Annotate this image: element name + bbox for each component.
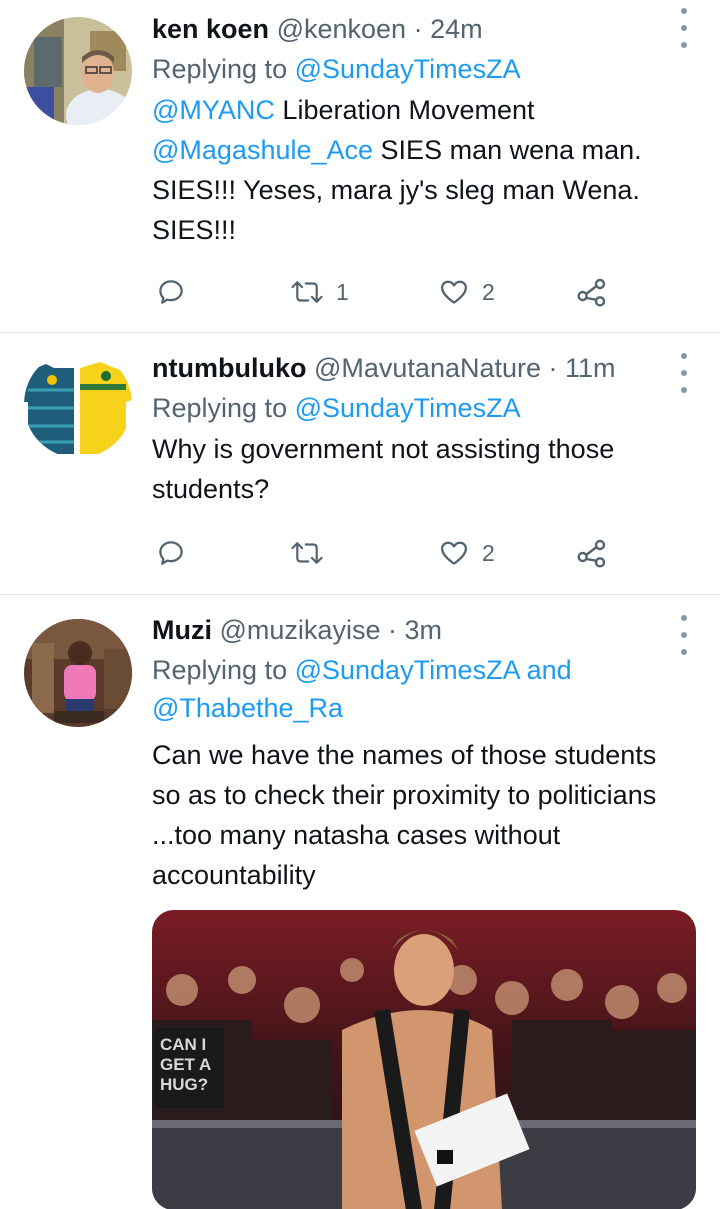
share-button[interactable] <box>576 272 608 312</box>
tweet-text: @MYANC Liberation Movement @Magashule_Ac… <box>152 90 680 250</box>
handle[interactable]: @MavutanaNature <box>314 353 541 383</box>
like-count: 2 <box>482 539 495 566</box>
retweet-button[interactable]: 1 <box>290 272 349 312</box>
like-button[interactable]: 2 <box>438 533 495 573</box>
separator: · <box>406 14 431 44</box>
display-name[interactable]: ntumbuluko <box>152 353 306 383</box>
svg-text:GET A: GET A <box>160 1055 211 1074</box>
tweet-header: ntumbuluko @MavutanaNature · 11m <box>152 351 680 385</box>
heart-icon <box>441 280 467 304</box>
reply-mention[interactable]: @SundayTimesZA <box>295 393 521 423</box>
text-segment: Liberation Movement <box>274 95 535 125</box>
avatar[interactable] <box>24 619 132 727</box>
separator: · <box>380 615 405 645</box>
retweet-icon <box>291 281 323 303</box>
more-icon[interactable] <box>678 615 690 655</box>
share-icon <box>577 539 606 568</box>
tweet-text: Can we have the names of those students … <box>152 740 657 890</box>
tweet-media[interactable]: CAN I GET A HUG? <box>152 910 696 1209</box>
tweet[interactable]: ken koen @kenkoen · 24m Replying to @Sun… <box>0 0 720 333</box>
replying-prefix: Replying to <box>152 54 295 84</box>
like-count: 2 <box>482 278 495 305</box>
avatar-image <box>24 350 132 458</box>
separator: · <box>541 353 566 383</box>
avatar-image <box>24 17 132 125</box>
like-button[interactable]: 2 <box>438 272 495 312</box>
replying-prefix: Replying to <box>152 655 295 685</box>
reply-and: and <box>519 655 572 685</box>
share-button[interactable] <box>576 533 608 573</box>
retweet-count: 1 <box>336 278 349 305</box>
media-image: CAN I GET A HUG? <box>152 910 696 1209</box>
mention[interactable]: @MYANC <box>152 95 275 125</box>
more-icon[interactable] <box>678 8 690 48</box>
svg-text:CAN I: CAN I <box>160 1035 206 1054</box>
tweet-text: Why is government not assisting those st… <box>152 434 615 504</box>
tweet-header: Muzi @muzikayise · 3m <box>152 613 680 647</box>
replying-to: Replying to @SundayTimesZA <box>152 50 680 88</box>
replying-prefix: Replying to <box>152 393 295 423</box>
more-icon[interactable] <box>678 353 690 393</box>
heart-icon <box>441 541 467 565</box>
reply-icon <box>159 280 183 304</box>
retweet-icon <box>291 542 323 564</box>
display-name[interactable]: ken koen <box>152 14 269 44</box>
share-icon <box>577 278 606 307</box>
reply-button[interactable] <box>156 533 186 573</box>
reply-mention[interactable]: @SundayTimesZA <box>295 54 521 84</box>
tweet-actions: 2 <box>152 533 632 573</box>
avatar[interactable] <box>24 350 132 458</box>
replying-to: Replying to @SundayTimesZA and @Thabethe… <box>152 651 680 727</box>
timestamp[interactable]: 3m <box>404 615 442 645</box>
mention[interactable]: @Magashule_Ace <box>152 135 373 165</box>
reply-mention[interactable]: @SundayTimesZA <box>295 655 520 685</box>
timestamp[interactable]: 11m <box>565 353 616 383</box>
reply-icon <box>159 541 183 565</box>
tweet[interactable]: Muzi @muzikayise · 3m Replying to @Sunda… <box>0 595 720 1209</box>
reply-mention[interactable]: @Thabethe_Ra <box>152 693 343 723</box>
retweet-button[interactable] <box>290 533 336 573</box>
display-name[interactable]: Muzi <box>152 615 212 645</box>
tweet-actions: 1 2 <box>152 272 632 312</box>
tweet[interactable]: ntumbuluko @MavutanaNature · 11m Replyin… <box>0 333 720 595</box>
avatar[interactable] <box>24 17 132 125</box>
tweet-header: ken koen @kenkoen · 24m <box>152 12 680 46</box>
replying-to: Replying to @SundayTimesZA <box>152 389 680 427</box>
timestamp[interactable]: 24m <box>430 14 483 44</box>
handle[interactable]: @kenkoen <box>277 14 407 44</box>
handle[interactable]: @muzikayise <box>220 615 381 645</box>
avatar-image <box>24 619 132 727</box>
reply-button[interactable] <box>156 272 186 312</box>
svg-text:HUG?: HUG? <box>160 1075 208 1094</box>
